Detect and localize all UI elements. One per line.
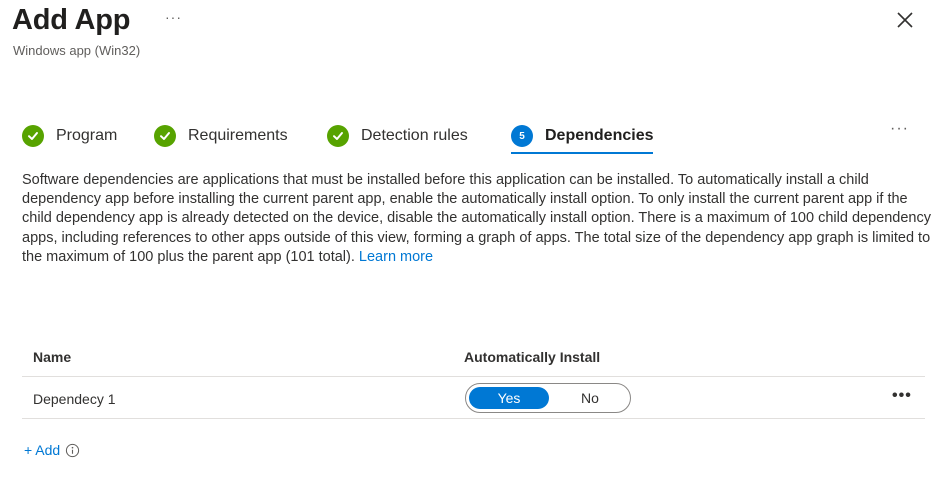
- table-header: Name Automatically Install: [22, 337, 925, 377]
- table-row: Dependecy 1 Yes No •••: [22, 377, 925, 419]
- tab-requirements[interactable]: Requirements: [154, 118, 288, 154]
- page-subtitle: Windows app (Win32): [13, 43, 141, 58]
- toggle-yes-option[interactable]: Yes: [469, 387, 549, 409]
- tab-detection-rules[interactable]: Detection rules: [327, 118, 468, 154]
- title-more-button[interactable]: ···: [165, 9, 182, 25]
- step-number-badge: 5: [511, 125, 533, 147]
- wizard-tabs: Program Requirements Detection rules 5 D…: [22, 118, 922, 154]
- page-title: Add App: [12, 4, 131, 36]
- tab-label: Dependencies: [545, 127, 654, 144]
- tab-label: Requirements: [188, 127, 288, 144]
- tab-label: Detection rules: [361, 127, 468, 144]
- dependencies-table: Name Automatically Install Dependecy 1 Y…: [22, 337, 925, 419]
- tab-dependencies[interactable]: 5 Dependencies: [511, 118, 654, 154]
- auto-install-toggle[interactable]: Yes No: [465, 383, 631, 413]
- column-header-auto-install: Automatically Install: [464, 349, 601, 365]
- description-text: Software dependencies are applications t…: [22, 172, 931, 265]
- checkmark-icon: [327, 125, 349, 147]
- learn-more-link[interactable]: Learn more: [359, 249, 433, 265]
- dependencies-description: Software dependencies are applications t…: [22, 171, 932, 267]
- checkmark-icon: [154, 125, 176, 147]
- tab-program[interactable]: Program: [22, 118, 117, 154]
- row-more-button[interactable]: •••: [892, 387, 912, 405]
- column-header-name: Name: [33, 349, 72, 365]
- tab-label: Program: [56, 127, 118, 144]
- toggle-no-option[interactable]: No: [552, 387, 628, 409]
- tabs-more-button[interactable]: ···: [890, 120, 909, 138]
- checkmark-icon: [22, 125, 44, 147]
- dependency-name: Dependecy 1: [33, 391, 116, 407]
- close-icon[interactable]: [895, 10, 915, 30]
- add-label: + Add: [24, 442, 61, 458]
- info-icon[interactable]: [65, 443, 80, 458]
- add-dependency-link[interactable]: + Add: [24, 442, 80, 458]
